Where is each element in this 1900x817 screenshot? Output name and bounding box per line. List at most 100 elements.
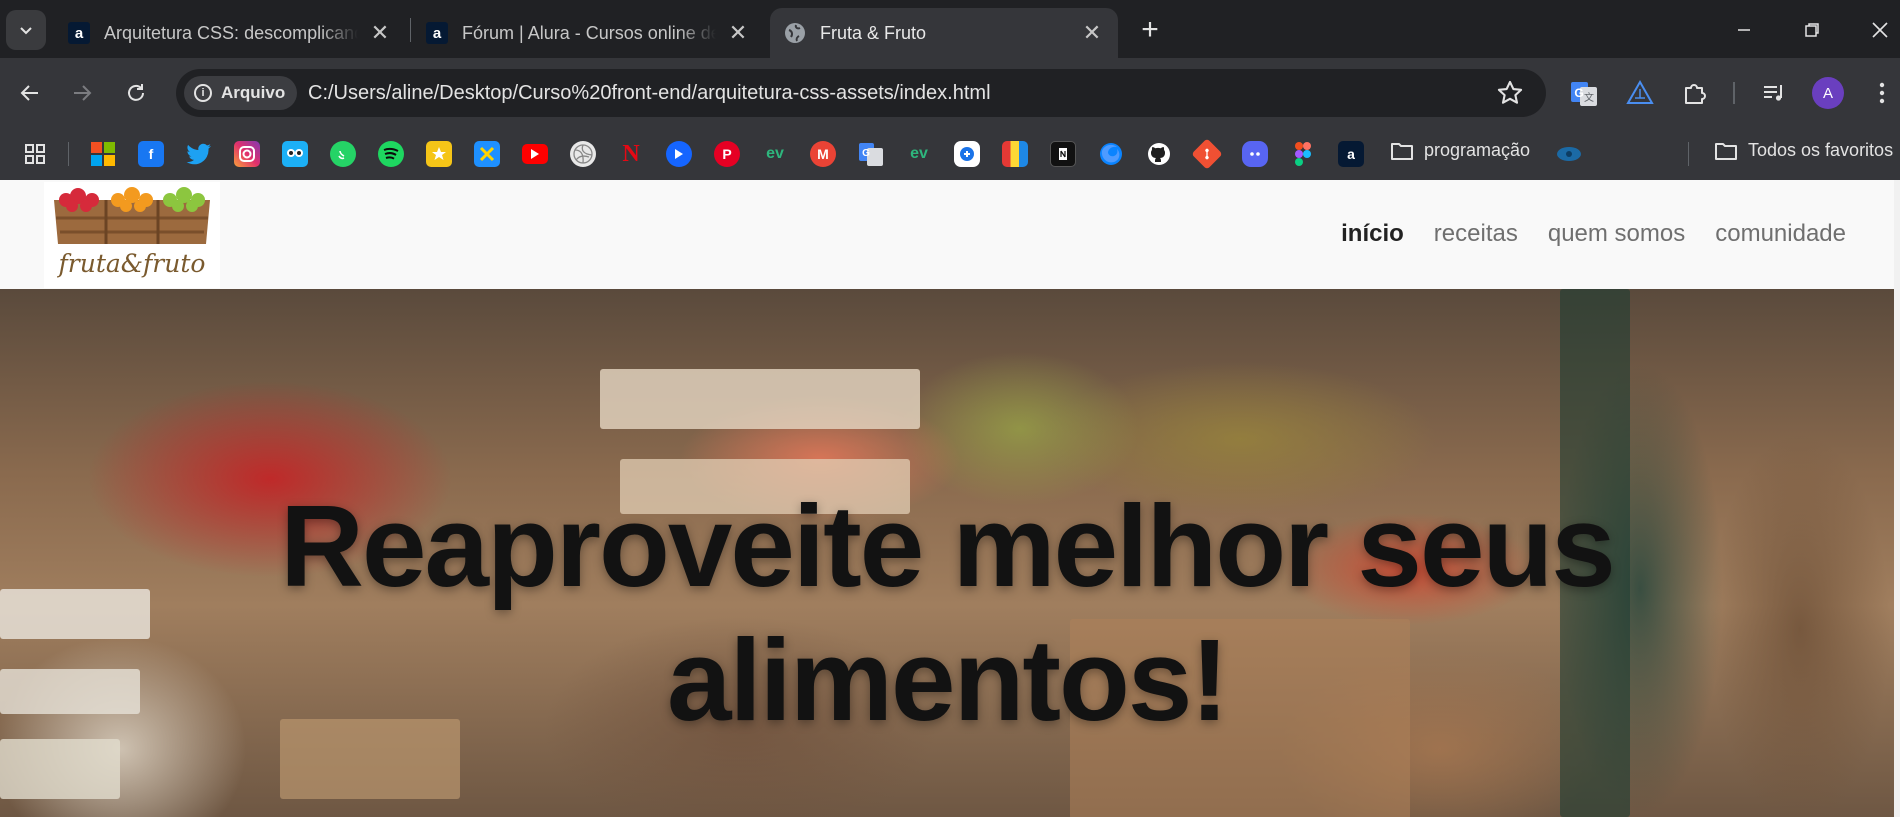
arrow-right-icon [74,85,92,101]
nav-link-quem-somos[interactable]: quem somos [1548,220,1685,248]
close-window-button[interactable] [1860,12,1900,48]
web-page: fruta&fruto início receitas quem somos c… [0,180,1894,817]
firefox-icon[interactable] [1098,141,1124,167]
extension-triangle-icon[interactable] [1622,75,1658,111]
google-translate-icon[interactable]: G [858,141,884,167]
instagram-icon[interactable] [234,141,260,167]
svg-text:a: a [75,25,84,42]
bookmark-folder-label: programação [1424,140,1531,160]
media-queue-icon[interactable] [1756,75,1792,111]
chevron-down-icon [20,27,32,35]
reload-button[interactable] [116,73,156,113]
bookmark-star-icon[interactable] [1496,79,1524,107]
git-icon[interactable] [1191,138,1223,170]
x-app-icon[interactable] [474,141,500,167]
fruit-crates-logo-image [54,187,210,244]
info-icon: i [194,84,212,102]
bookmarks-bar: f N P ev M G ev a programação Todos os f… [0,128,1900,180]
hero-title: Reaproveite melhor seus alimentos! [0,479,1894,747]
minimize-button[interactable] [1724,12,1764,48]
site-logo[interactable]: fruta&fruto [44,182,220,288]
tab-search-button[interactable] [6,10,46,50]
plus-icon: + [1141,13,1159,46]
shield-app-icon[interactable] [954,141,980,167]
extensions-puzzle-icon[interactable] [1676,75,1712,111]
tab-title: Fruta & Fruto [820,22,927,43]
nav-link-comunidade[interactable]: comunidade [1715,220,1846,248]
page-scrollbar[interactable] [1894,180,1900,817]
ev-icon[interactable]: ev [906,141,932,167]
svg-text:G: G [862,148,870,159]
play-icon[interactable] [666,141,692,167]
bookmark-folder-programacao[interactable]: programação [1390,140,1530,161]
spotify-icon[interactable] [378,141,404,167]
netflix-icon[interactable]: N [618,141,644,167]
facebook-icon[interactable]: f [138,141,164,167]
microsoft-icon[interactable] [90,141,116,167]
bookmark-folder-label: Todos os favoritos [1748,140,1894,160]
gmail-icon[interactable]: M [810,141,836,167]
site-header: fruta&fruto início receitas quem somos c… [0,180,1894,289]
folder-icon [1391,142,1413,160]
bookmark-separator [68,142,69,166]
forward-button[interactable] [62,73,102,113]
new-tab-button[interactable]: + [1134,13,1166,46]
google-translate-icon[interactable]: G文 [1566,75,1602,111]
svg-text:文: 文 [1584,91,1594,104]
alura-icon: a [426,22,448,44]
close-icon[interactable]: ✕ [1080,20,1104,45]
eye-icon[interactable] [1556,141,1582,167]
globe-icon [785,23,805,43]
arrow-left-icon [20,85,38,101]
logo-wordmark: fruta&fruto [58,249,206,278]
folder-icon [1715,142,1737,160]
colors-app-icon[interactable] [1002,141,1028,167]
minimize-icon [1738,29,1750,31]
site-nav: início receitas quem somos comunidade [1341,220,1846,248]
nav-link-inicio[interactable]: início [1341,220,1404,248]
svg-text:G: G [1574,86,1583,100]
twitter-icon[interactable] [186,141,212,167]
apps-icon[interactable] [22,141,48,167]
star-app-icon[interactable] [426,141,452,167]
nav-link-receitas[interactable]: receitas [1434,220,1518,248]
url-text[interactable]: C:/Users/aline/Desktop/Curso%20front-end… [308,82,991,105]
hero-title-line-2: alimentos! [666,615,1229,745]
back-button[interactable] [10,73,50,113]
pinterest-icon[interactable]: P [714,141,740,167]
discord-icon[interactable] [1242,141,1268,167]
github-icon[interactable] [1146,141,1172,167]
site-info-chip[interactable]: i Arquivo [184,76,298,110]
menu-kebab-icon[interactable] [1864,75,1900,111]
svg-text:a: a [433,25,442,42]
alura-icon[interactable]: a [1338,141,1364,167]
security-chip-label: Arquivo [221,83,286,102]
close-icon[interactable]: ✕ [368,20,392,45]
tab-title: Fórum | Alura - Cursos online de [462,22,716,43]
tab-strip: a Arquitetura CSS: descomplicando ✕ a Fó… [0,0,1900,58]
close-icon [1872,22,1888,38]
ev-icon[interactable]: ev [762,141,788,167]
whatsapp-icon[interactable] [330,141,356,167]
bookmark-folder-all[interactable]: Todos os favoritos [1714,140,1893,161]
tab-fruta-fruto[interactable]: Fruta & Fruto ✕ [770,8,1118,58]
figma-icon[interactable] [1290,141,1316,167]
close-icon[interactable]: ✕ [726,20,750,45]
restore-icon [1805,23,1819,37]
volleyball-icon[interactable] [570,141,596,167]
address-bar[interactable]: i Arquivo C:/Users/aline/Desktop/Curso%2… [176,69,1546,117]
bookmark-separator [1688,142,1689,166]
hero-title-line-1: Reaproveite melhor seus [280,481,1616,611]
reload-icon [128,84,144,101]
tab-separator [410,18,411,42]
hero-banner: Reaproveite melhor seus alimentos! [0,289,1894,817]
tab-arquitetura-css[interactable]: a Arquitetura CSS: descomplicando ✕ [54,8,406,58]
tab-forum-alura[interactable]: a Fórum | Alura - Cursos online de ✕ [412,8,764,58]
restore-button[interactable] [1792,12,1832,48]
profile-avatar[interactable]: A [1812,77,1844,109]
youtube-icon[interactable] [522,144,548,164]
browser-toolbar: i Arquivo C:/Users/aline/Desktop/Curso%2… [0,58,1900,128]
toolbar-separator [1733,82,1735,104]
duolingo-icon[interactable] [282,141,308,167]
notion-icon[interactable] [1050,141,1076,167]
